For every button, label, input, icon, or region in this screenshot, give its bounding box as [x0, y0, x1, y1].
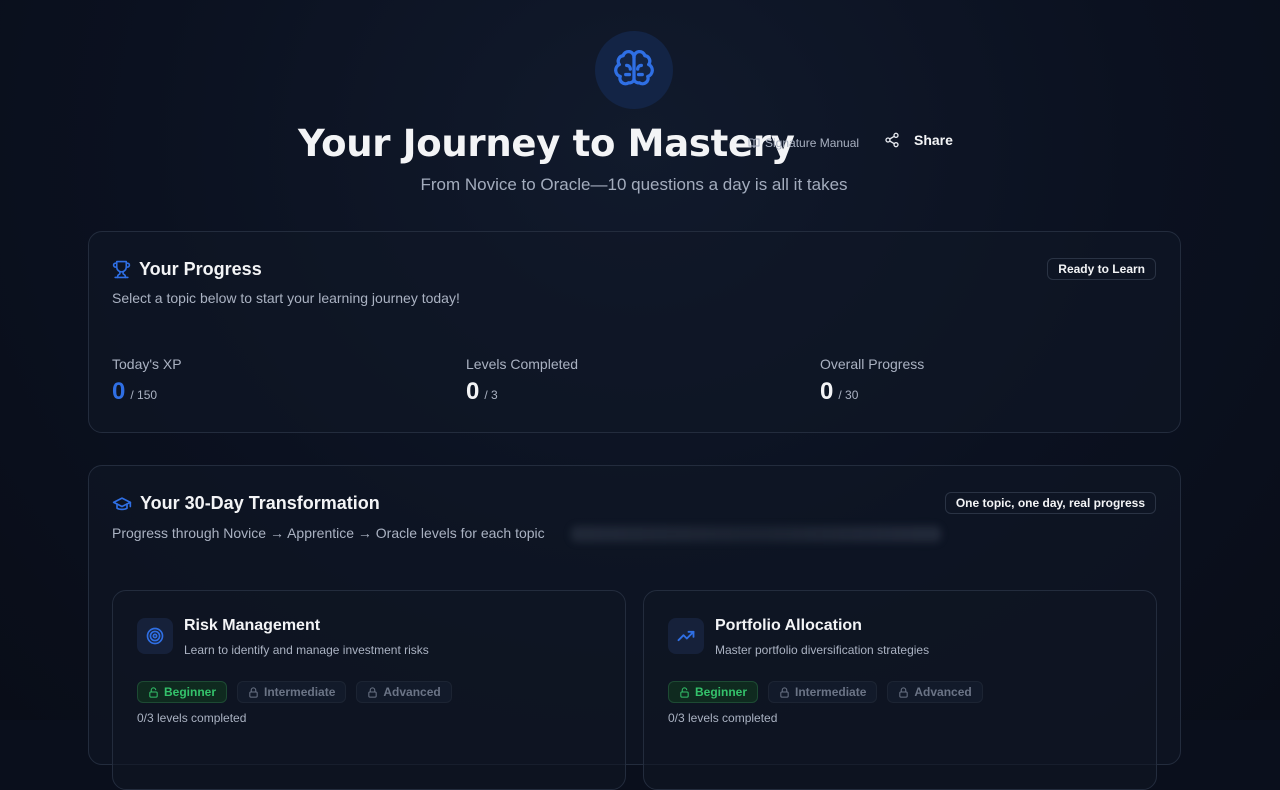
status-badge: Ready to Learn: [1047, 258, 1156, 280]
topic-card-risk-management[interactable]: Risk Management Learn to identify and ma…: [112, 590, 626, 790]
level-advanced[interactable]: Advanced: [356, 681, 452, 703]
topic-icon-box: [137, 618, 173, 654]
topic-title: Risk Management: [184, 617, 321, 634]
unlock-icon: [149, 686, 158, 698]
stat-value: 0: [466, 378, 480, 405]
share-label: Share: [914, 132, 953, 148]
level-advanced[interactable]: Advanced: [887, 681, 983, 703]
level-list: Beginner Intermediate Advanced: [668, 681, 983, 703]
levels-completed-count: 0/3 levels completed: [668, 711, 778, 725]
lock-icon: [780, 686, 789, 698]
stat-total: / 30: [838, 388, 859, 402]
transformation-description: Progress through Novice → Apprentice → O…: [112, 525, 545, 541]
share-button[interactable]: Share: [884, 132, 953, 148]
stat-total: / 3: [484, 388, 498, 402]
level-beginner[interactable]: Beginner: [668, 681, 759, 703]
transformation-card: Your 30-Day Transformation Progress thro…: [88, 465, 1181, 790]
level-intermediate[interactable]: Intermediate: [237, 681, 347, 703]
stat-value: 0: [820, 378, 834, 405]
topic-description: Learn to identify and manage investment …: [184, 643, 429, 657]
page-subtitle: From Novice to Oracle—10 questions a day…: [420, 175, 848, 194]
topic-card-portfolio-allocation[interactable]: Portfolio Allocation Master portfolio di…: [643, 590, 1157, 790]
book-icon: [748, 138, 760, 148]
level-list: Beginner Intermediate Advanced: [137, 681, 452, 703]
progress-title: Your Progress: [139, 259, 262, 279]
stat-overall-progress: Overall Progress 0 / 30: [820, 356, 924, 406]
blurred-text: [571, 526, 941, 542]
unlock-icon: [680, 686, 689, 698]
topic-title: Portfolio Allocation: [715, 617, 862, 634]
topic-icon-box: [668, 618, 704, 654]
progress-description: Select a topic below to start your learn…: [112, 290, 460, 306]
level-beginner[interactable]: Beginner: [137, 681, 228, 703]
progress-header: Your Progress: [112, 259, 262, 280]
stat-label: Overall Progress: [820, 356, 925, 372]
progress-card: Your Progress Select a topic below to st…: [88, 231, 1181, 433]
level-label: Beginner: [695, 685, 748, 699]
levels-completed-count: 0/3 levels completed: [137, 711, 247, 725]
level-label: Beginner: [164, 685, 217, 699]
target-icon: [146, 627, 164, 645]
brain-icon: [614, 49, 654, 86]
graduation-cap-icon: [112, 496, 132, 510]
trophy-icon: [112, 260, 131, 279]
level-label: Advanced: [914, 685, 972, 699]
brain-logo: [595, 31, 673, 109]
stat-value: 0: [112, 378, 126, 405]
level-label: Intermediate: [264, 685, 336, 699]
stat-label: Today's XP: [112, 356, 182, 372]
level-intermediate[interactable]: Intermediate: [768, 681, 878, 703]
signature-manual-link[interactable]: Signature Manual: [748, 136, 859, 150]
page-title: Your Journey to Mastery: [298, 122, 795, 165]
lock-icon: [249, 686, 258, 698]
share-icon: [885, 132, 899, 148]
level-label: Intermediate: [795, 685, 867, 699]
tagline-badge: One topic, one day, real progress: [944, 492, 1156, 514]
lock-icon: [368, 686, 378, 698]
transformation-header: Your 30-Day Transformation: [112, 493, 380, 514]
stat-todays-xp: Today's XP 0 / 150: [112, 356, 182, 406]
topic-description: Master portfolio diversification strateg…: [715, 643, 930, 657]
signature-manual-label: Signature Manual: [765, 136, 860, 150]
lock-icon: [899, 686, 909, 698]
hero-section: Your Journey to Mastery Signature Manual…: [0, 0, 1280, 210]
stat-total: / 150: [130, 388, 158, 402]
level-label: Advanced: [383, 685, 441, 699]
stat-levels-completed: Levels Completed 0 / 3: [466, 356, 578, 406]
trending-up-icon: [677, 630, 695, 642]
transformation-title: Your 30-Day Transformation: [140, 493, 380, 513]
stat-label: Levels Completed: [466, 356, 579, 372]
